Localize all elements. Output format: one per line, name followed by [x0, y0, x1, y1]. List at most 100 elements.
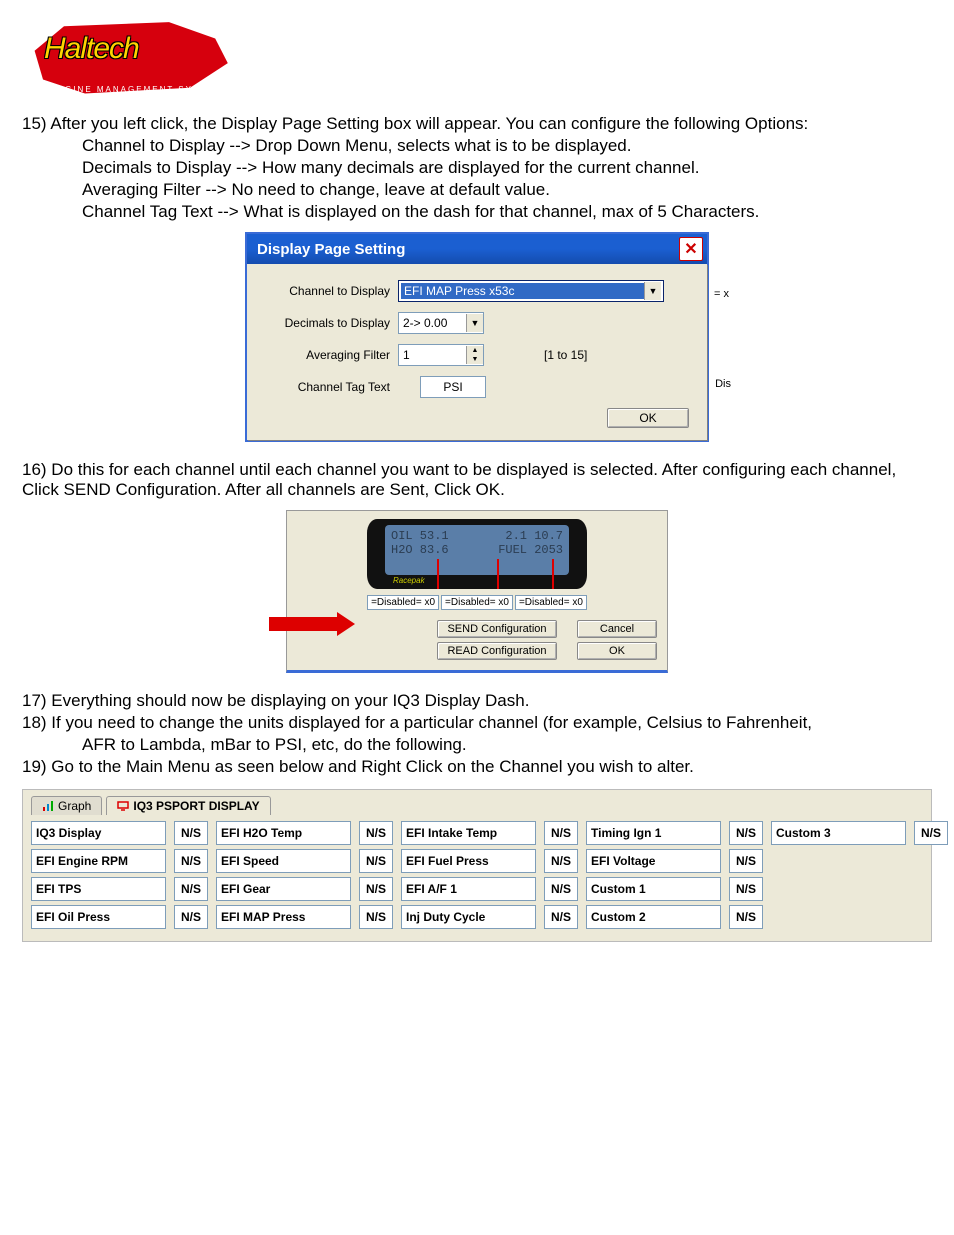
channel-status[interactable]: N/S [729, 877, 763, 901]
channel-cell[interactable]: EFI A/F 1 [401, 877, 536, 901]
chevron-down-icon[interactable]: ▼ [644, 282, 661, 300]
decimals-to-display-label: Decimals to Display [265, 316, 398, 330]
channel-cell[interactable]: EFI Fuel Press [401, 849, 536, 873]
channel-cell[interactable]: IQ3 Display [31, 821, 166, 845]
channel-cell[interactable]: EFI Speed [216, 849, 351, 873]
averaging-value: 1 [403, 348, 410, 362]
tab-graph[interactable]: Graph [31, 796, 102, 815]
logo-text: Haltech [44, 32, 139, 66]
channel-cell[interactable]: Custom 2 [586, 905, 721, 929]
channel-cell[interactable]: EFI Voltage [586, 849, 721, 873]
channel-dropdown-value: EFI MAP Press x53c [401, 283, 644, 299]
channel-cell[interactable]: Custom 1 [586, 877, 721, 901]
channel-status[interactable]: N/S [359, 849, 393, 873]
channel-to-display-label: Channel to Display [265, 284, 398, 298]
channel-cell[interactable]: EFI H2O Temp [216, 821, 351, 845]
haltech-logo: Haltech ENGINE MANAGEMENT SYSTEMS [22, 18, 232, 100]
dash-brand-label: Racepak [393, 576, 425, 585]
channel-cell[interactable]: EFI Intake Temp [401, 821, 536, 845]
tab-iq3-display[interactable]: IQ3 PSPORT DISPLAY [106, 796, 270, 815]
tab-display-label: IQ3 PSPORT DISPLAY [133, 799, 259, 813]
step-18a: AFR to Lambda, mBar to PSI, etc, do the … [82, 735, 932, 755]
channel-grid-panel: Graph IQ3 PSPORT DISPLAY IQ3 Display N/S E… [22, 789, 932, 942]
channel-to-display-dropdown[interactable]: EFI MAP Press x53c ▼ [398, 280, 664, 302]
chevron-down-icon[interactable]: ▼ [466, 314, 483, 332]
step-16: 16) Do this for each channel until each … [22, 460, 932, 500]
step-15b: Decimals to Display --> How many decimal… [82, 158, 932, 178]
channel-status[interactable]: N/S [359, 905, 393, 929]
step-15: 15) After you left click, the Display Pa… [22, 114, 932, 134]
disabled-cell[interactable]: =Disabled= x0 [515, 595, 587, 610]
channel-status[interactable]: N/S [174, 849, 208, 873]
step-17: 17) Everything should now be displaying … [22, 691, 932, 711]
averaging-filter-spinner[interactable]: 1 ▲ ▼ [398, 344, 484, 366]
close-button[interactable]: ✕ [679, 237, 703, 261]
channel-status[interactable]: N/S [544, 849, 578, 873]
spinner-down-icon[interactable]: ▼ [467, 355, 483, 364]
read-configuration-button[interactable]: READ Configuration [437, 642, 557, 660]
cropped-text-right-2: Dis [715, 378, 731, 390]
dialog-display-page-setting: Display Page Setting ✕ Channel to Displa… [245, 232, 709, 442]
step-19: 19) Go to the Main Menu as seen below an… [22, 757, 932, 777]
averaging-filter-label: Averaging Filter [265, 348, 398, 362]
ok-button[interactable]: OK [607, 408, 689, 428]
channel-status[interactable]: N/S [729, 905, 763, 929]
channel-cell[interactable]: EFI Gear [216, 877, 351, 901]
cancel-button[interactable]: Cancel [577, 620, 657, 638]
dash-lcd: OIL 53.1 2.1 10.7 H2O 83.6 FUEL 2053 [385, 525, 569, 575]
red-arrow-icon [269, 612, 369, 636]
channel-status[interactable]: N/S [544, 905, 578, 929]
send-configuration-button[interactable]: SEND Configuration [437, 620, 557, 638]
channel-status[interactable]: N/S [914, 821, 948, 845]
dash-val-1: 2.1 10.7 [477, 529, 563, 543]
graph-icon [42, 800, 54, 812]
disabled-cell[interactable]: =Disabled= x0 [367, 595, 439, 610]
channel-status[interactable]: N/S [544, 821, 578, 845]
ok-button[interactable]: OK [577, 642, 657, 660]
dialog-titlebar[interactable]: Display Page Setting ✕ [247, 234, 707, 264]
disabled-cell[interactable]: =Disabled= x0 [441, 595, 513, 610]
channel-status[interactable]: N/S [729, 821, 763, 845]
spinner-buttons[interactable]: ▲ ▼ [466, 346, 483, 364]
channel-status[interactable]: N/S [359, 821, 393, 845]
callout-line-icon [437, 559, 439, 589]
decimals-value: 2-> 0.00 [403, 316, 447, 330]
channel-status[interactable]: N/S [729, 849, 763, 873]
channel-status[interactable]: N/S [174, 905, 208, 929]
dash-device-image: OIL 53.1 2.1 10.7 H2O 83.6 FUEL 2053 Rac… [367, 519, 587, 589]
step-15a: Channel to Display --> Drop Down Menu, s… [82, 136, 932, 156]
step-15c: Averaging Filter --> No need to change, … [82, 180, 932, 200]
channel-tag-value: PSI [443, 380, 462, 394]
decimals-dropdown[interactable]: 2-> 0.00 ▼ [398, 312, 484, 334]
close-icon: ✕ [684, 239, 697, 259]
channel-cell[interactable]: EFI MAP Press [216, 905, 351, 929]
channel-cell[interactable]: EFI Engine RPM [31, 849, 166, 873]
display-icon [117, 800, 129, 812]
channel-cell[interactable]: EFI TPS [31, 877, 166, 901]
send-configuration-panel: OIL 53.1 2.1 10.7 H2O 83.6 FUEL 2053 Rac… [286, 510, 668, 673]
channel-status[interactable]: N/S [359, 877, 393, 901]
dialog-title: Display Page Setting [257, 241, 405, 258]
channel-grid: IQ3 Display N/S EFI H2O Temp N/S EFI Intake … [31, 821, 923, 929]
spinner-up-icon[interactable]: ▲ [467, 346, 483, 355]
channel-tag-text-input[interactable]: PSI [420, 376, 486, 398]
tab-bar: Graph IQ3 PSPORT DISPLAY [31, 796, 923, 815]
disabled-row: =Disabled= x0 =Disabled= x0 =Disabled= x… [297, 595, 657, 610]
step-15d: Channel Tag Text --> What is displayed o… [82, 202, 932, 222]
logo-subtext: ENGINE MANAGEMENT SYSTEMS [50, 85, 231, 94]
channel-status[interactable]: N/S [174, 821, 208, 845]
dash-val-0: OIL 53.1 [391, 529, 477, 543]
channel-status[interactable]: N/S [174, 877, 208, 901]
step-18: 18) If you need to change the units disp… [22, 713, 932, 733]
cropped-text-right-1: = x [714, 288, 729, 300]
tab-graph-label: Graph [58, 799, 91, 813]
channel-cell[interactable]: EFI Oil Press [31, 905, 166, 929]
channel-cell[interactable]: Inj Duty Cycle [401, 905, 536, 929]
dash-val-2: H2O 83.6 [391, 543, 477, 557]
averaging-range: [1 to 15] [544, 348, 587, 362]
channel-status[interactable]: N/S [544, 877, 578, 901]
dash-val-3: FUEL 2053 [477, 543, 563, 557]
channel-cell[interactable]: Timing Ign 1 [586, 821, 721, 845]
callout-line-icon [497, 559, 499, 589]
channel-cell[interactable]: Custom 3 [771, 821, 906, 845]
